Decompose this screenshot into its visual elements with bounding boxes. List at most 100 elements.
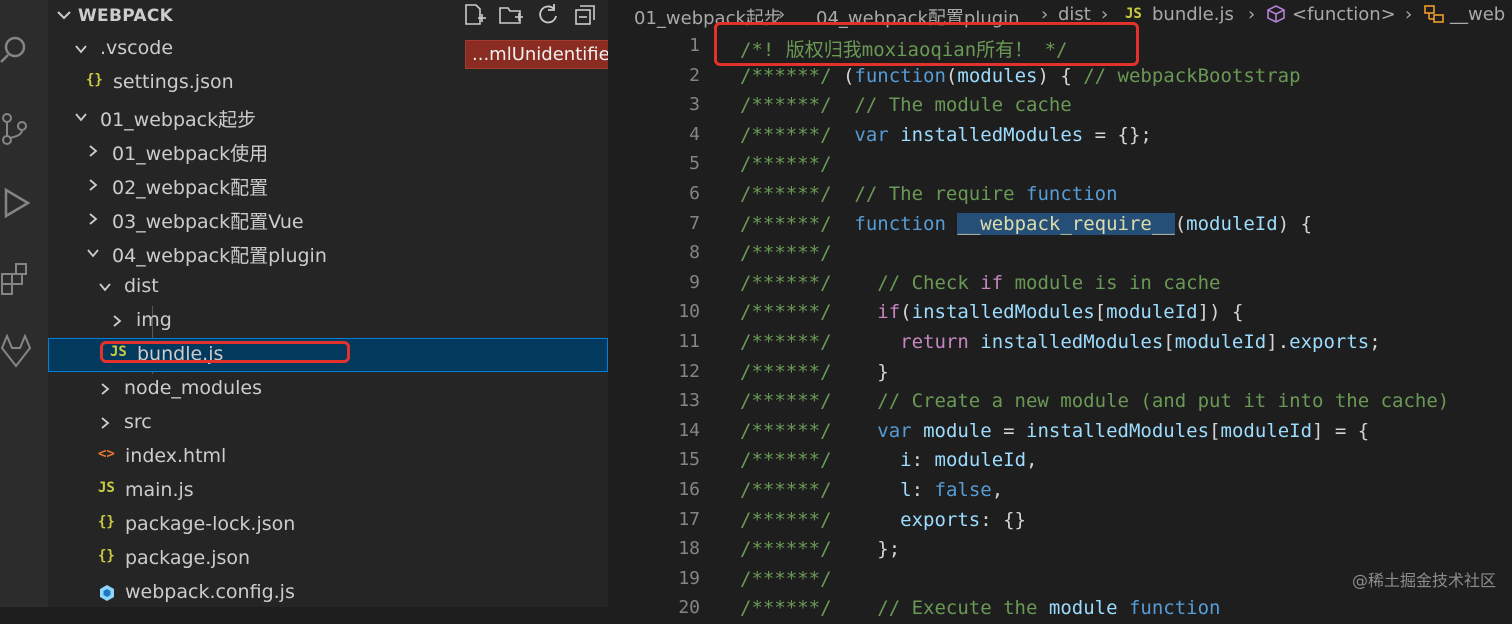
explorer-title: WEBPACK	[78, 6, 174, 26]
line-number: 17	[678, 508, 700, 530]
js-file-icon: JS	[98, 480, 115, 496]
tree-folder[interactable]: dist	[48, 270, 608, 304]
new-folder-icon[interactable]	[498, 3, 524, 27]
tree-item-label: 01_webpack使用	[112, 143, 269, 165]
tree-folder[interactable]: src	[48, 406, 608, 440]
code-text: /******/ l: false,	[740, 479, 1004, 501]
line-number: 1	[689, 35, 700, 56]
js-file-icon: JS	[1125, 6, 1142, 22]
line-number: 16	[678, 479, 700, 500]
tree-folder[interactable]: node_modules	[48, 372, 608, 406]
code-text: /******/ // The require function	[740, 183, 1118, 205]
tree-file[interactable]: {} package.json	[48, 542, 608, 576]
breadcrumb-item[interactable]: bundle.js	[1152, 4, 1234, 25]
code-text: /******/ // Check if module is in cache	[740, 271, 1221, 294]
explorer-header: WEBPACK	[48, 0, 608, 30]
highlight-box-bundle	[100, 341, 350, 363]
tree-file[interactable]: JS main.js	[48, 474, 608, 508]
code-line[interactable]: 9 /******/ // Check if module is in cache	[608, 269, 1512, 299]
line-number: 20	[678, 597, 700, 619]
code-line[interactable]: 3 /******/ // The module cache	[608, 91, 1512, 121]
code-text: /******/ // The module cache	[740, 94, 1072, 117]
tree-folder[interactable]: 02_webpack配置	[48, 168, 608, 202]
code-line[interactable]: 7 /******/ function __webpack_require__(m…	[608, 210, 1512, 240]
chevron-right-icon[interactable]	[86, 144, 100, 158]
chevron-right-icon[interactable]	[98, 416, 112, 430]
code-text: /******/ // Execute the module function	[740, 597, 1221, 620]
chevron-right-icon[interactable]	[98, 382, 112, 396]
code-line[interactable]: 15 /******/ i: moduleId,	[608, 446, 1512, 476]
line-number: 11	[678, 331, 700, 352]
chevron-right-icon[interactable]	[110, 314, 124, 328]
run-debug-icon[interactable]	[0, 186, 32, 220]
variable-icon	[1423, 4, 1445, 29]
code-line[interactable]: 13 /******/ // Create a new module (and p…	[608, 387, 1512, 417]
line-number: 13	[678, 390, 700, 412]
tree-folder[interactable]: img	[48, 304, 608, 338]
code-line[interactable]: 17 /******/ exports: {}	[608, 506, 1512, 536]
tree-file[interactable]: {} settings.json	[48, 66, 608, 100]
tree-folder[interactable]: .vscode	[48, 32, 608, 66]
tree-folder[interactable]: 01_webpack使用	[48, 134, 608, 168]
gitlab-icon[interactable]	[0, 333, 32, 368]
code-line[interactable]: 2 /******/ (function(modules) { // webpac…	[608, 62, 1512, 92]
refresh-icon[interactable]	[535, 3, 561, 27]
line-number: 5	[689, 153, 700, 175]
line-number: 15	[678, 449, 700, 471]
line-number: 7	[689, 212, 700, 234]
tree-item-label: 02_webpack配置	[112, 177, 269, 199]
tree-folder[interactable]: 04_webpack配置plugin	[48, 236, 608, 270]
search-icon[interactable]	[0, 32, 32, 66]
breadcrumb-item[interactable]: <function>	[1292, 4, 1396, 25]
chevron-down-icon[interactable]	[98, 280, 112, 294]
code-line[interactable]: 5 /******/	[608, 150, 1512, 180]
json-file-icon: {}	[98, 514, 115, 530]
editor: 01_webpack起步 › 04_webpack配置plugin › dist…	[608, 0, 1512, 619]
line-number: 4	[689, 123, 700, 145]
chevron-down-icon[interactable]	[56, 7, 72, 23]
code-text: /******/	[740, 567, 832, 590]
line-number: 9	[689, 271, 700, 293]
code-line[interactable]: 20 /******/ // Execute the module functio…	[608, 594, 1512, 624]
source-control-icon[interactable]	[0, 112, 32, 146]
breadcrumb-item[interactable]: __web	[1450, 4, 1505, 25]
explorer-sidebar: WEBPACK ...mlUnidentifie<te .vscode{} set…	[48, 0, 649, 610]
chevron-down-icon[interactable]	[74, 110, 88, 124]
tree-item-label: .vscode	[100, 37, 174, 59]
code-text: /******/	[740, 242, 832, 265]
code-line[interactable]: 6 /******/ // The require function	[608, 180, 1512, 210]
code-line[interactable]: 16 /******/ l: false,	[608, 476, 1512, 506]
code-line[interactable]: 4 /******/ var installedModules = {};	[608, 121, 1512, 151]
new-file-icon[interactable]	[461, 3, 487, 27]
tree-item-label: src	[124, 411, 152, 433]
tree-folder[interactable]: 01_webpack起步	[48, 100, 608, 134]
tree-file[interactable]: webpack.config.js	[48, 576, 608, 610]
code-line[interactable]: 12 /******/ }	[608, 358, 1512, 388]
tree-file[interactable]: <> index.html	[48, 440, 608, 474]
code-line[interactable]: 11 /******/ return installedModules[modul…	[608, 328, 1512, 358]
function-icon	[1266, 4, 1286, 29]
code-line[interactable]: 18 /******/ };	[608, 535, 1512, 565]
code-text: /******/ (function(modules) { // webpack…	[740, 64, 1301, 87]
chevron-right-icon[interactable]	[86, 212, 100, 226]
code-text: /******/ // Create a new module (and put…	[740, 390, 1450, 413]
code-line[interactable]: 14 /******/ var module = installedModules…	[608, 417, 1512, 447]
code-text: /******/ function __webpack_require__(mo…	[740, 212, 1313, 235]
collapse-all-icon[interactable]	[573, 3, 599, 27]
tree-item-label: webpack.config.js	[125, 581, 295, 603]
tree-item-label: package.json	[125, 547, 251, 569]
code-text: /******/ };	[740, 538, 901, 561]
chevron-right-icon[interactable]	[86, 178, 100, 192]
tree-folder[interactable]: 03_webpack配置Vue	[48, 202, 608, 236]
code-text: /******/ exports: {}	[740, 508, 1026, 531]
code-line[interactable]: 8 /******/	[608, 239, 1512, 269]
breadcrumb-sep-icon: ›	[1405, 4, 1413, 25]
chevron-down-icon[interactable]	[86, 246, 100, 260]
chevron-down-icon[interactable]	[74, 42, 88, 56]
line-number: 3	[689, 94, 700, 116]
breadcrumb-sep-icon: ›	[1248, 4, 1256, 25]
code-text: /******/ return installedModules[moduleI…	[740, 331, 1381, 353]
tree-file[interactable]: {} package-lock.json	[48, 508, 608, 542]
code-line[interactable]: 10 /******/ if(installedModules[moduleId]…	[608, 298, 1512, 328]
extensions-icon[interactable]	[0, 262, 32, 296]
